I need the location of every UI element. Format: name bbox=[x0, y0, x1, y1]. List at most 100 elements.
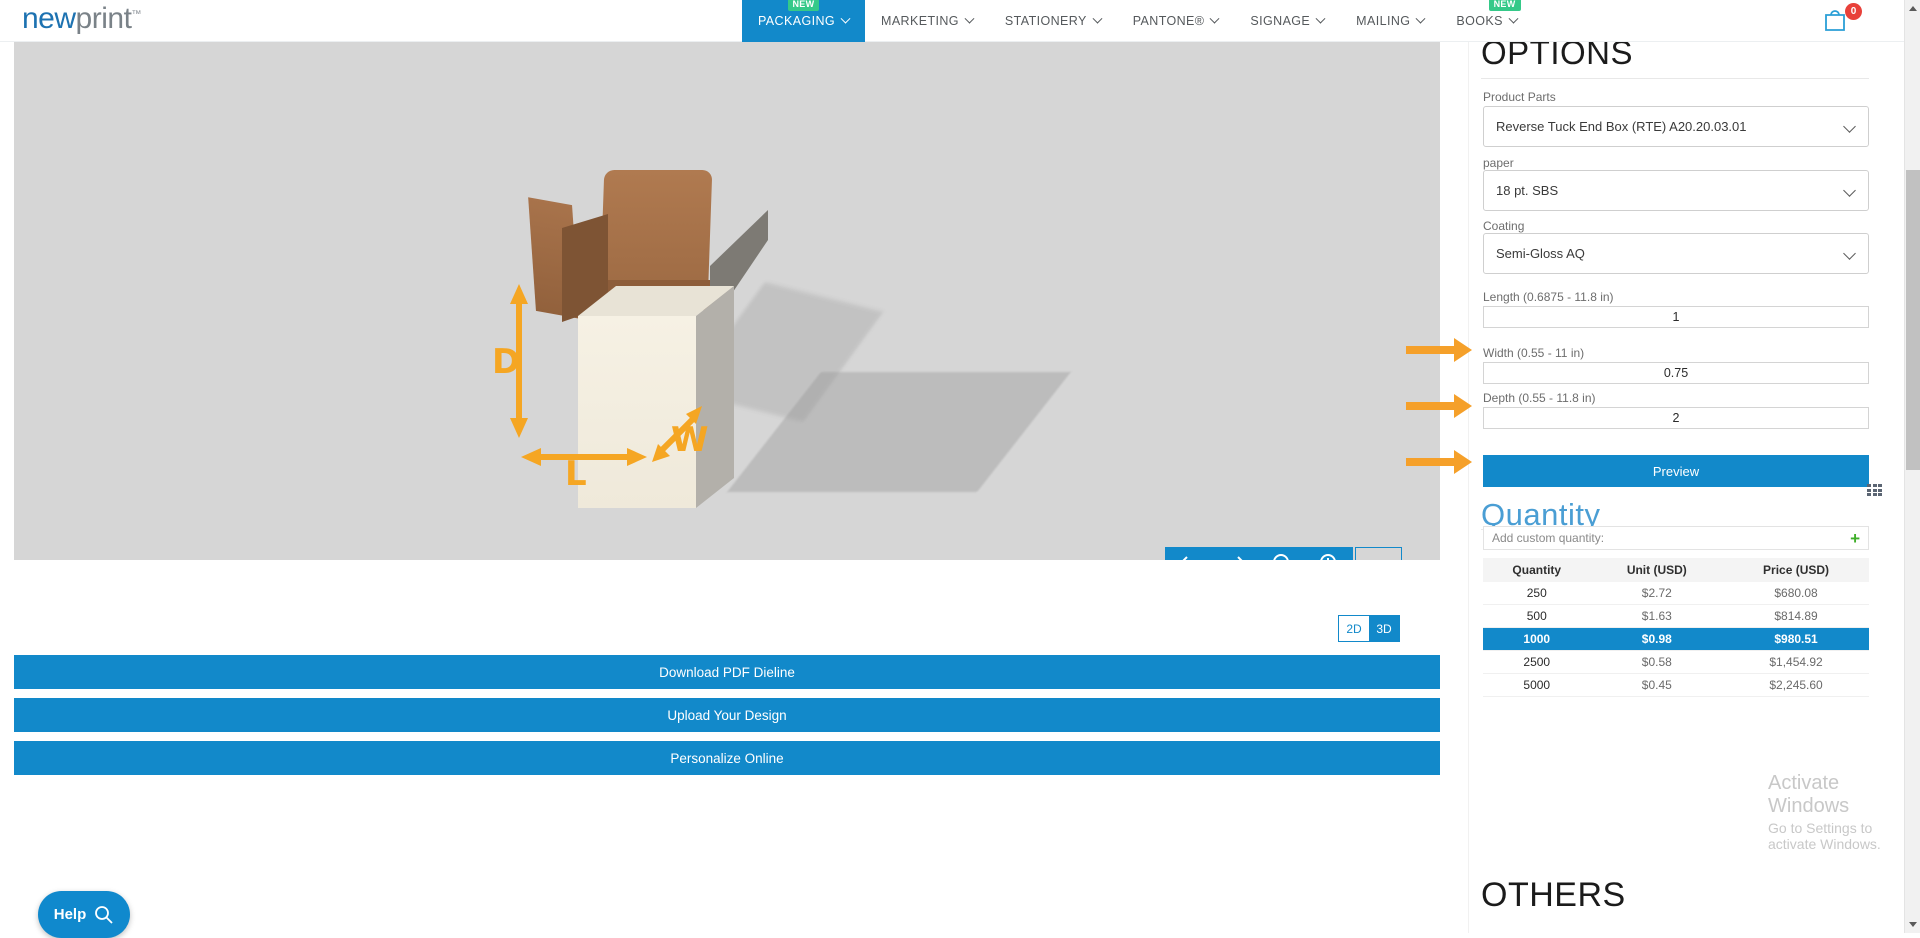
chevron-down-icon bbox=[964, 13, 974, 23]
label-product-parts: Product Parts bbox=[1483, 90, 1556, 104]
table-row[interactable]: 2500 $0.58 $1,454.92 bbox=[1483, 651, 1869, 674]
column-header-unit: Unit (USD) bbox=[1591, 558, 1724, 582]
value-coating: Semi-Gloss AQ bbox=[1496, 246, 1585, 261]
nav-badge-new-books: NEW bbox=[1489, 0, 1521, 11]
select-product-parts[interactable]: Reverse Tuck End Box (RTE) A20.20.03.01 bbox=[1483, 106, 1869, 147]
depth-label: D bbox=[492, 342, 520, 382]
zoom-out-button[interactable] bbox=[1259, 547, 1306, 560]
label-coating: Coating bbox=[1483, 219, 1524, 233]
cell-quantity: 1000 bbox=[1483, 628, 1591, 651]
table-row-selected[interactable]: 1000 $0.98 $980.51 bbox=[1483, 628, 1869, 651]
view-mode-3d[interactable]: 3D bbox=[1369, 616, 1399, 641]
cell-price: $2,245.60 bbox=[1723, 674, 1869, 697]
logo-text-new: new bbox=[22, 2, 76, 35]
download-pdf-dieline-button[interactable]: Download PDF Dieline bbox=[14, 655, 1440, 689]
cell-quantity: 5000 bbox=[1483, 674, 1591, 697]
value-paper: 18 pt. SBS bbox=[1496, 183, 1558, 198]
nav-label-mailing: MAILING bbox=[1356, 14, 1410, 28]
zoom-in-button[interactable] bbox=[1306, 547, 1353, 560]
scrollbar-thumb[interactable] bbox=[1906, 170, 1920, 470]
value-product-parts: Reverse Tuck End Box (RTE) A20.20.03.01 bbox=[1496, 119, 1747, 134]
chevron-down-icon bbox=[1843, 247, 1856, 260]
viewer-toolbar bbox=[1165, 547, 1402, 560]
chevron-down-icon bbox=[1843, 120, 1856, 133]
chevron-down-icon bbox=[1210, 13, 1220, 23]
cell-price: $1,454.92 bbox=[1723, 651, 1869, 674]
cart-button[interactable]: 0 bbox=[1822, 7, 1856, 37]
reset-view-button[interactable] bbox=[1355, 547, 1402, 560]
chevron-down-icon bbox=[1316, 13, 1326, 23]
cell-price: $680.08 bbox=[1723, 582, 1869, 605]
help-label: Help bbox=[54, 906, 87, 923]
cell-unit: $0.98 bbox=[1591, 628, 1724, 651]
chevron-down-icon bbox=[1416, 13, 1426, 23]
cart-count-badge: 0 bbox=[1845, 3, 1862, 20]
width-label: W bbox=[671, 420, 709, 460]
chevron-down-icon bbox=[1092, 13, 1102, 23]
nav-item-pantone[interactable]: PANTONE® bbox=[1117, 0, 1235, 42]
quantity-price-table: Quantity Unit (USD) Price (USD) 250 $2.7… bbox=[1483, 558, 1869, 697]
options-divider bbox=[1481, 78, 1869, 79]
cell-price: $980.51 bbox=[1723, 628, 1869, 651]
nav-label-marketing: MARKETING bbox=[881, 14, 959, 28]
zoom-out-icon bbox=[1271, 552, 1295, 560]
cell-unit: $0.58 bbox=[1591, 651, 1724, 674]
nav-label-stationery: STATIONERY bbox=[1005, 14, 1087, 28]
page-scrollbar[interactable] bbox=[1904, 0, 1920, 933]
personalize-online-button[interactable]: Personalize Online bbox=[14, 741, 1440, 775]
view-mode-2d[interactable]: 2D bbox=[1339, 616, 1369, 641]
table-row[interactable]: 5000 $0.45 $2,245.60 bbox=[1483, 674, 1869, 697]
scroll-up-button[interactable] bbox=[1905, 0, 1920, 17]
cell-unit: $0.45 bbox=[1591, 674, 1724, 697]
product-3d-canvas[interactable]: D L W bbox=[14, 42, 1440, 560]
nav-item-packaging[interactable]: NEW PACKAGING bbox=[742, 0, 865, 42]
add-quantity-icon[interactable]: + bbox=[1850, 530, 1860, 547]
nav-item-signage[interactable]: SIGNAGE bbox=[1234, 0, 1340, 42]
pan-right-button[interactable] bbox=[1212, 547, 1259, 560]
column-header-price: Price (USD) bbox=[1723, 558, 1869, 582]
site-logo[interactable]: newprint™ bbox=[22, 2, 141, 36]
chevron-down-icon bbox=[1508, 13, 1518, 23]
preview-button[interactable]: Preview bbox=[1483, 455, 1869, 487]
arrow-right-icon bbox=[1223, 554, 1249, 560]
pan-left-button[interactable] bbox=[1165, 547, 1212, 560]
logo-text-print: print bbox=[76, 2, 132, 35]
scroll-down-button[interactable] bbox=[1905, 916, 1920, 933]
length-label: L bbox=[565, 454, 587, 494]
cell-unit: $1.63 bbox=[1591, 605, 1724, 628]
nav-item-books[interactable]: NEW BOOKS bbox=[1440, 0, 1532, 42]
chevron-down-icon bbox=[1843, 184, 1856, 197]
input-width[interactable]: 0.75 bbox=[1483, 362, 1869, 384]
grid-view-icon[interactable] bbox=[1867, 484, 1882, 496]
main-nav: NEW PACKAGING MARKETING STATIONERY PANTO… bbox=[742, 0, 1533, 42]
nav-label-pantone: PANTONE® bbox=[1133, 14, 1205, 28]
label-width: Width (0.55 - 11 in) bbox=[1483, 346, 1584, 360]
nav-item-marketing[interactable]: MARKETING bbox=[865, 0, 989, 42]
table-row[interactable]: 500 $1.63 $814.89 bbox=[1483, 605, 1869, 628]
options-panel: OPTIONS Product Parts Reverse Tuck End B… bbox=[1468, 42, 1904, 933]
search-icon bbox=[94, 905, 114, 925]
nav-label-signage: SIGNAGE bbox=[1250, 14, 1310, 28]
input-length[interactable]: 1 bbox=[1483, 306, 1869, 328]
upload-your-design-button[interactable]: Upload Your Design bbox=[14, 698, 1440, 732]
cell-quantity: 2500 bbox=[1483, 651, 1591, 674]
box-face-side bbox=[696, 286, 734, 508]
select-paper[interactable]: 18 pt. SBS bbox=[1483, 170, 1869, 211]
help-button[interactable]: Help bbox=[38, 891, 130, 938]
cell-unit: $2.72 bbox=[1591, 582, 1724, 605]
nav-item-stationery[interactable]: STATIONERY bbox=[989, 0, 1117, 42]
product-viewer-column: D L W bbox=[0, 42, 1468, 933]
input-depth[interactable]: 2 bbox=[1483, 407, 1869, 429]
cell-price: $814.89 bbox=[1723, 605, 1869, 628]
nav-item-mailing[interactable]: MAILING bbox=[1340, 0, 1440, 42]
select-coating[interactable]: Semi-Gloss AQ bbox=[1483, 233, 1869, 274]
custom-quantity-input[interactable]: Add custom quantity: + bbox=[1483, 526, 1869, 550]
label-paper: paper bbox=[1483, 156, 1514, 170]
others-heading: OTHERS bbox=[1481, 876, 1626, 915]
table-row[interactable]: 250 $2.72 $680.08 bbox=[1483, 582, 1869, 605]
cell-quantity: 250 bbox=[1483, 582, 1591, 605]
label-length: Length (0.6875 - 11.8 in) bbox=[1483, 290, 1614, 304]
logo-trademark: ™ bbox=[131, 9, 141, 20]
table-header-row: Quantity Unit (USD) Price (USD) bbox=[1483, 558, 1869, 582]
nav-badge-new-packaging: NEW bbox=[788, 0, 820, 11]
